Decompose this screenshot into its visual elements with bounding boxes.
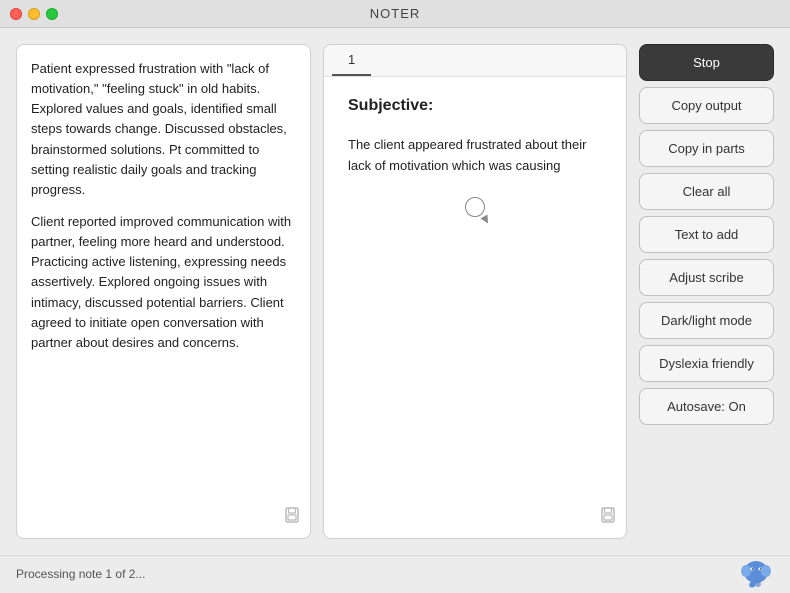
text-to-add-button[interactable]: Text to add [639,216,774,253]
elephant-logo [738,554,774,593]
maximize-button[interactable] [46,8,58,20]
output-panel: 1 Subjective: The client appeared frustr… [323,44,627,539]
clear-all-button[interactable]: Clear all [639,173,774,210]
dyslexia-friendly-button[interactable]: Dyslexia friendly [639,345,774,382]
notes-input-panel: Patient expressed frustration with "lack… [16,44,311,539]
autosave-button[interactable]: Autosave: On [639,388,774,425]
action-buttons-panel: Stop Copy output Copy in parts Clear all… [639,44,774,539]
title-bar: NOTER [0,0,790,28]
tab-bar: 1 [324,45,626,77]
stop-button[interactable]: Stop [639,44,774,81]
status-bar: Processing note 1 of 2... [0,555,790,591]
adjust-scribe-button[interactable]: Adjust scribe [639,259,774,296]
tab-1[interactable]: 1 [332,45,371,76]
copy-parts-button[interactable]: Copy in parts [639,130,774,167]
copy-output-button[interactable]: Copy output [639,87,774,124]
processing-cursor-icon [465,197,485,217]
close-button[interactable] [10,8,22,20]
app-title: NOTER [370,6,421,21]
cursor-area [348,177,602,237]
main-content: Patient expressed frustration with "lack… [0,28,790,555]
output-text: The client appeared frustrated about the… [348,135,602,177]
save-icon-right[interactable] [600,507,616,528]
window-controls [10,8,58,20]
output-content: Subjective: The client appeared frustrat… [324,77,626,538]
notes-text: Patient expressed frustration with "lack… [31,59,296,353]
save-icon-left[interactable] [284,507,300,528]
minimize-button[interactable] [28,8,40,20]
status-text: Processing note 1 of 2... [16,567,145,581]
section-heading: Subjective: [348,97,602,115]
dark-light-mode-button[interactable]: Dark/light mode [639,302,774,339]
